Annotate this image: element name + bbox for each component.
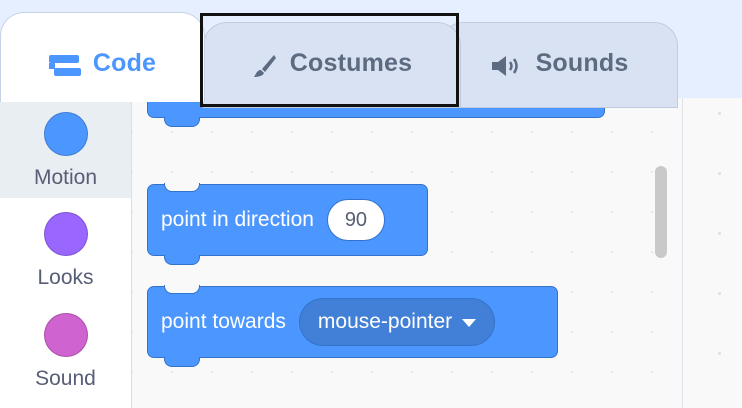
grid-dot [718,292,721,295]
block-bottom-tab [164,255,200,265]
paintbrush-icon [252,53,278,86]
block-palette[interactable]: point in direction 90 point towards mous… [132,98,682,408]
sound-color-dot-icon [43,313,88,357]
tab-code[interactable]: Code [0,12,205,102]
speaker-icon [490,53,524,86]
script-area[interactable] [682,98,742,408]
tab-sounds-label: Sounds [535,49,629,77]
grid-dot [718,112,721,115]
tab-costumes[interactable]: Costumes [203,22,461,108]
chevron-down-icon [462,319,477,327]
point-towards-block[interactable]: point towards mouse-pointer [147,285,558,367]
point-in-direction-block[interactable]: point in direction 90 [147,183,428,265]
block-bottom-tab [164,357,200,367]
block-bottom-tab [164,117,200,127]
target-dropdown[interactable]: mouse-pointer [298,298,496,346]
point-towards-label: point towards [161,310,286,333]
category-looks-label: Looks [37,266,94,289]
motion-color-dot-icon [43,112,88,156]
grid-dot [718,352,721,355]
category-sidebar: Motion Looks Sound [0,98,132,408]
block-top-notch [164,183,200,192]
category-motion-label: Motion [33,166,98,189]
point-in-direction-label: point in direction [161,208,314,231]
palette-scrollbar[interactable] [655,166,667,258]
tab-code-label: Code [92,49,157,77]
category-sound-label: Sound [35,367,96,390]
looks-color-dot-icon [43,212,88,256]
category-motion[interactable]: Motion [0,98,131,198]
tab-costumes-label: Costumes [289,49,413,77]
target-dropdown-value: mouse-pointer [317,310,453,333]
tab-sounds[interactable]: Sounds [440,22,678,108]
category-sound[interactable]: Sound [0,298,131,408]
grid-dot [718,232,721,235]
direction-input[interactable]: 90 [326,199,385,241]
grid-dot [718,172,721,175]
block-top-notch [164,285,200,294]
code-blocks-icon [48,55,81,84]
category-looks[interactable]: Looks [0,198,131,298]
